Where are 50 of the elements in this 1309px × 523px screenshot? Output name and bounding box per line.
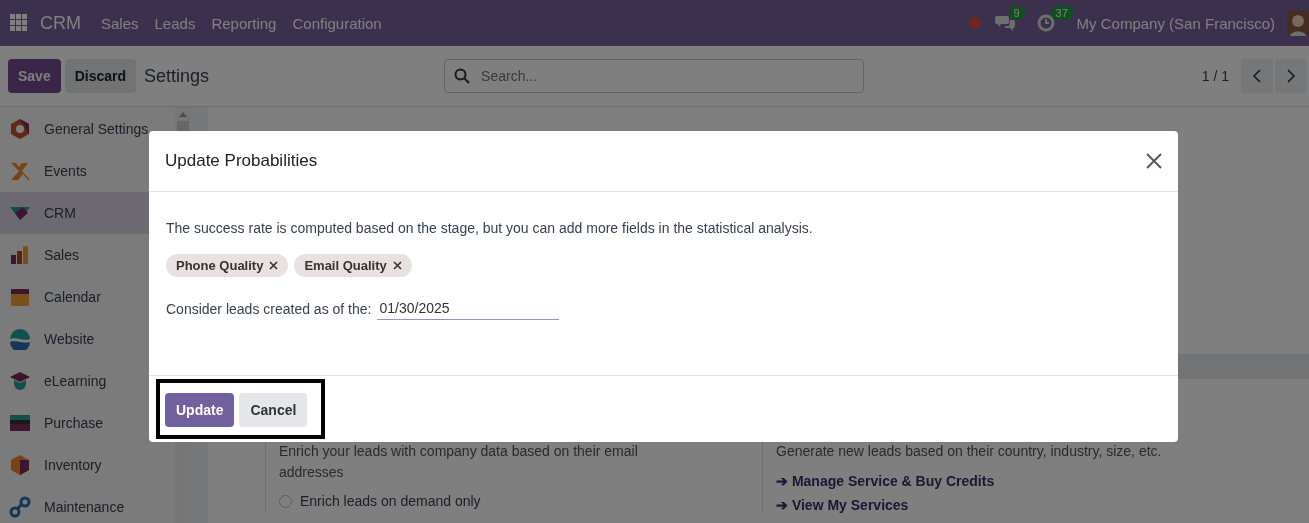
sidebar-item[interactable]: Inventory [0, 444, 175, 486]
next-button[interactable] [1275, 59, 1307, 93]
clock-icon[interactable] [1036, 14, 1055, 32]
chat-icon[interactable] [994, 14, 1015, 32]
arrow-link[interactable]: ➔ Manage Service & Buy Credits [776, 473, 1309, 489]
setting-description: Generate new leads based on their country, industry, size, etc. [776, 442, 1163, 461]
gear-hexagon-icon [8, 118, 32, 140]
update-button[interactable]: Update [165, 393, 235, 427]
field-tag: Phone Quality [166, 254, 289, 277]
scroll-up-icon[interactable] [178, 111, 187, 117]
menu-item[interactable]: Sales [101, 14, 139, 32]
menu-item[interactable]: Configuration [292, 14, 382, 32]
close-icon[interactable] [1146, 153, 1162, 169]
menu-item[interactable]: Reporting [211, 14, 277, 32]
previous-button[interactable] [1241, 59, 1273, 93]
radio-label[interactable]: Enrich leads on demand only [300, 493, 481, 509]
remove-icon[interactable] [269, 261, 279, 270]
card-icon [8, 412, 32, 434]
company-switcher[interactable]: My Company (San Francisco) [1076, 14, 1275, 32]
pager-value: 1 / 1 [1201, 68, 1229, 84]
cancel-button[interactable]: Cancel [239, 393, 308, 427]
discard-button[interactable]: Discard [64, 59, 137, 93]
apps-menu-icon[interactable] [10, 14, 28, 32]
wave-globe-icon [8, 328, 32, 350]
sidebar-item[interactable]: Website [0, 318, 175, 360]
avatar-icon[interactable] [1287, 10, 1309, 36]
page-title: Settings [144, 65, 211, 87]
graduation-cap-icon [8, 370, 32, 392]
save-button[interactable]: Save [8, 59, 61, 93]
status-dot-icon [968, 17, 981, 29]
dialog-title: Update Probabilities [165, 151, 318, 171]
menu-item[interactable]: Leads [154, 14, 196, 32]
chevron-left-icon [1252, 68, 1262, 84]
remove-icon[interactable] [392, 261, 402, 270]
field-tag: Email Quality [294, 254, 412, 277]
search-field[interactable]: Search... [444, 59, 865, 93]
link-icon [8, 496, 32, 518]
activity-count-badge: 37 [1050, 6, 1073, 20]
search-icon [454, 68, 471, 84]
chevron-right-icon [1286, 68, 1296, 84]
app-name[interactable]: CRM [40, 12, 81, 34]
sidebar-item[interactable]: Maintenance [0, 486, 175, 523]
setting-description: Enrich your leads with company data based on their email addresses [279, 442, 639, 482]
calendar-icon [8, 286, 32, 308]
cube-icon [8, 454, 32, 476]
message-count-badge: 9 [1008, 6, 1025, 20]
sidebar-item[interactable]: General Settings [0, 108, 175, 150]
field-label: Consider leads created as of the: [166, 300, 372, 317]
arrow-link[interactable]: ➔ View My Services [776, 497, 1309, 513]
cross-icon [8, 160, 32, 182]
